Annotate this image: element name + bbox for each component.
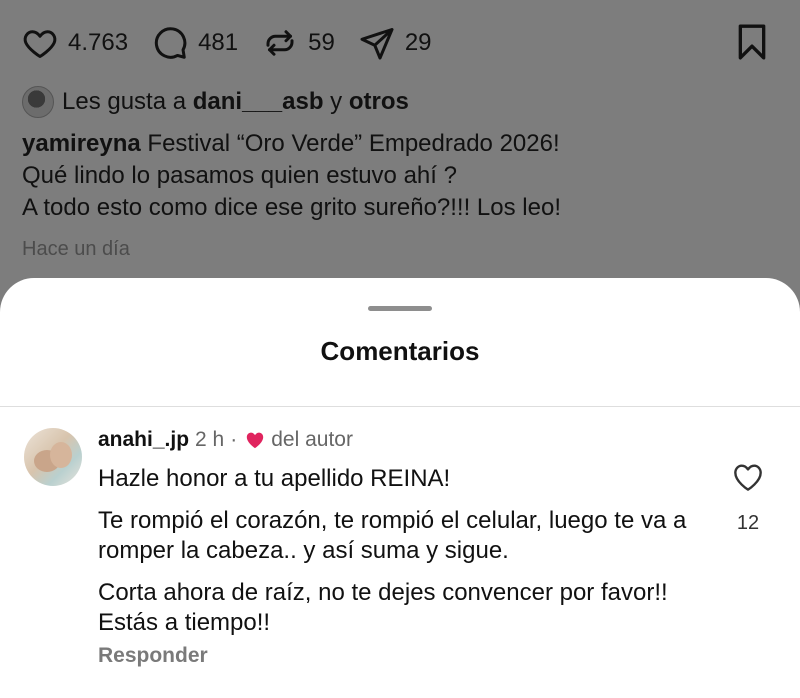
- post: 4.763 481 59 29 Les gusta a dani___asb y…: [0, 0, 800, 300]
- meta-separator: ·: [230, 428, 238, 451]
- reposts-count: 59: [308, 29, 335, 56]
- comment-time: 2 h: [195, 428, 225, 451]
- liker-avatar: [22, 86, 54, 118]
- repost-icon: [266, 30, 294, 56]
- comment-text: Hazle honor a tu apellido REINA! Te romp…: [98, 464, 698, 650]
- author-heart-icon: [247, 432, 264, 449]
- avatar[interactable]: [24, 428, 82, 486]
- divider: [0, 406, 800, 407]
- liked-by-join: y: [323, 88, 349, 115]
- caption-line: Qué lindo lo pasamos quien estuvo ahí ?: [22, 162, 457, 189]
- caption-line: Festival “Oro Verde” Empedrado 2026!: [140, 130, 560, 157]
- liked-by-others[interactable]: otros: [349, 88, 409, 116]
- post-time: Hace un día: [22, 238, 130, 260]
- reply-button[interactable]: Responder: [98, 644, 208, 668]
- liked-by-user[interactable]: dani___asb: [193, 88, 324, 116]
- comment-username[interactable]: anahi_.jp: [98, 428, 189, 452]
- author-badge: del autor: [271, 428, 353, 451]
- likes-count: 4.763: [68, 29, 129, 56]
- post-actions: 4.763 481 59 29: [22, 20, 456, 66]
- comment-like-count: 12: [736, 512, 760, 534]
- comments-count: 481: [198, 29, 239, 56]
- liked-by[interactable]: Les gusta a dani___asb y otros: [22, 86, 409, 118]
- comment-like-icon[interactable]: [732, 462, 764, 492]
- liked-by-prefix: Les gusta a: [62, 88, 193, 115]
- share-button[interactable]: 29: [359, 25, 432, 61]
- caption-username[interactable]: yamireyna: [22, 130, 141, 157]
- shares-count: 29: [404, 29, 432, 56]
- like-button[interactable]: 4.763: [22, 25, 128, 61]
- sheet-title: Comentarios: [320, 336, 480, 366]
- comment-icon: [154, 27, 187, 59]
- comment-paragraph: Te rompió el corazón, te rompió el celul…: [98, 507, 687, 564]
- post-caption: yamireyna Festival “Oro Verde” Empedrado…: [22, 128, 782, 224]
- comment-paragraph: Corta ahora de raíz, no te dejes convenc…: [98, 579, 668, 636]
- caption-line: A todo esto como dice ese grito sureño?!…: [22, 194, 561, 221]
- repost-button[interactable]: 59: [262, 25, 335, 61]
- bookmark-icon[interactable]: [732, 22, 772, 62]
- comments-sheet: Comentarios anahi_.jp 2 h · del autor Ha…: [0, 278, 800, 698]
- comment-button[interactable]: 481: [152, 25, 238, 61]
- heart-icon: [23, 30, 57, 58]
- share-icon: [360, 28, 394, 60]
- sheet-drag-handle[interactable]: [368, 306, 432, 311]
- comment-paragraph: Hazle honor a tu apellido REINA!: [98, 465, 451, 492]
- comment-meta: anahi_.jp 2 h · del autor: [98, 428, 359, 452]
